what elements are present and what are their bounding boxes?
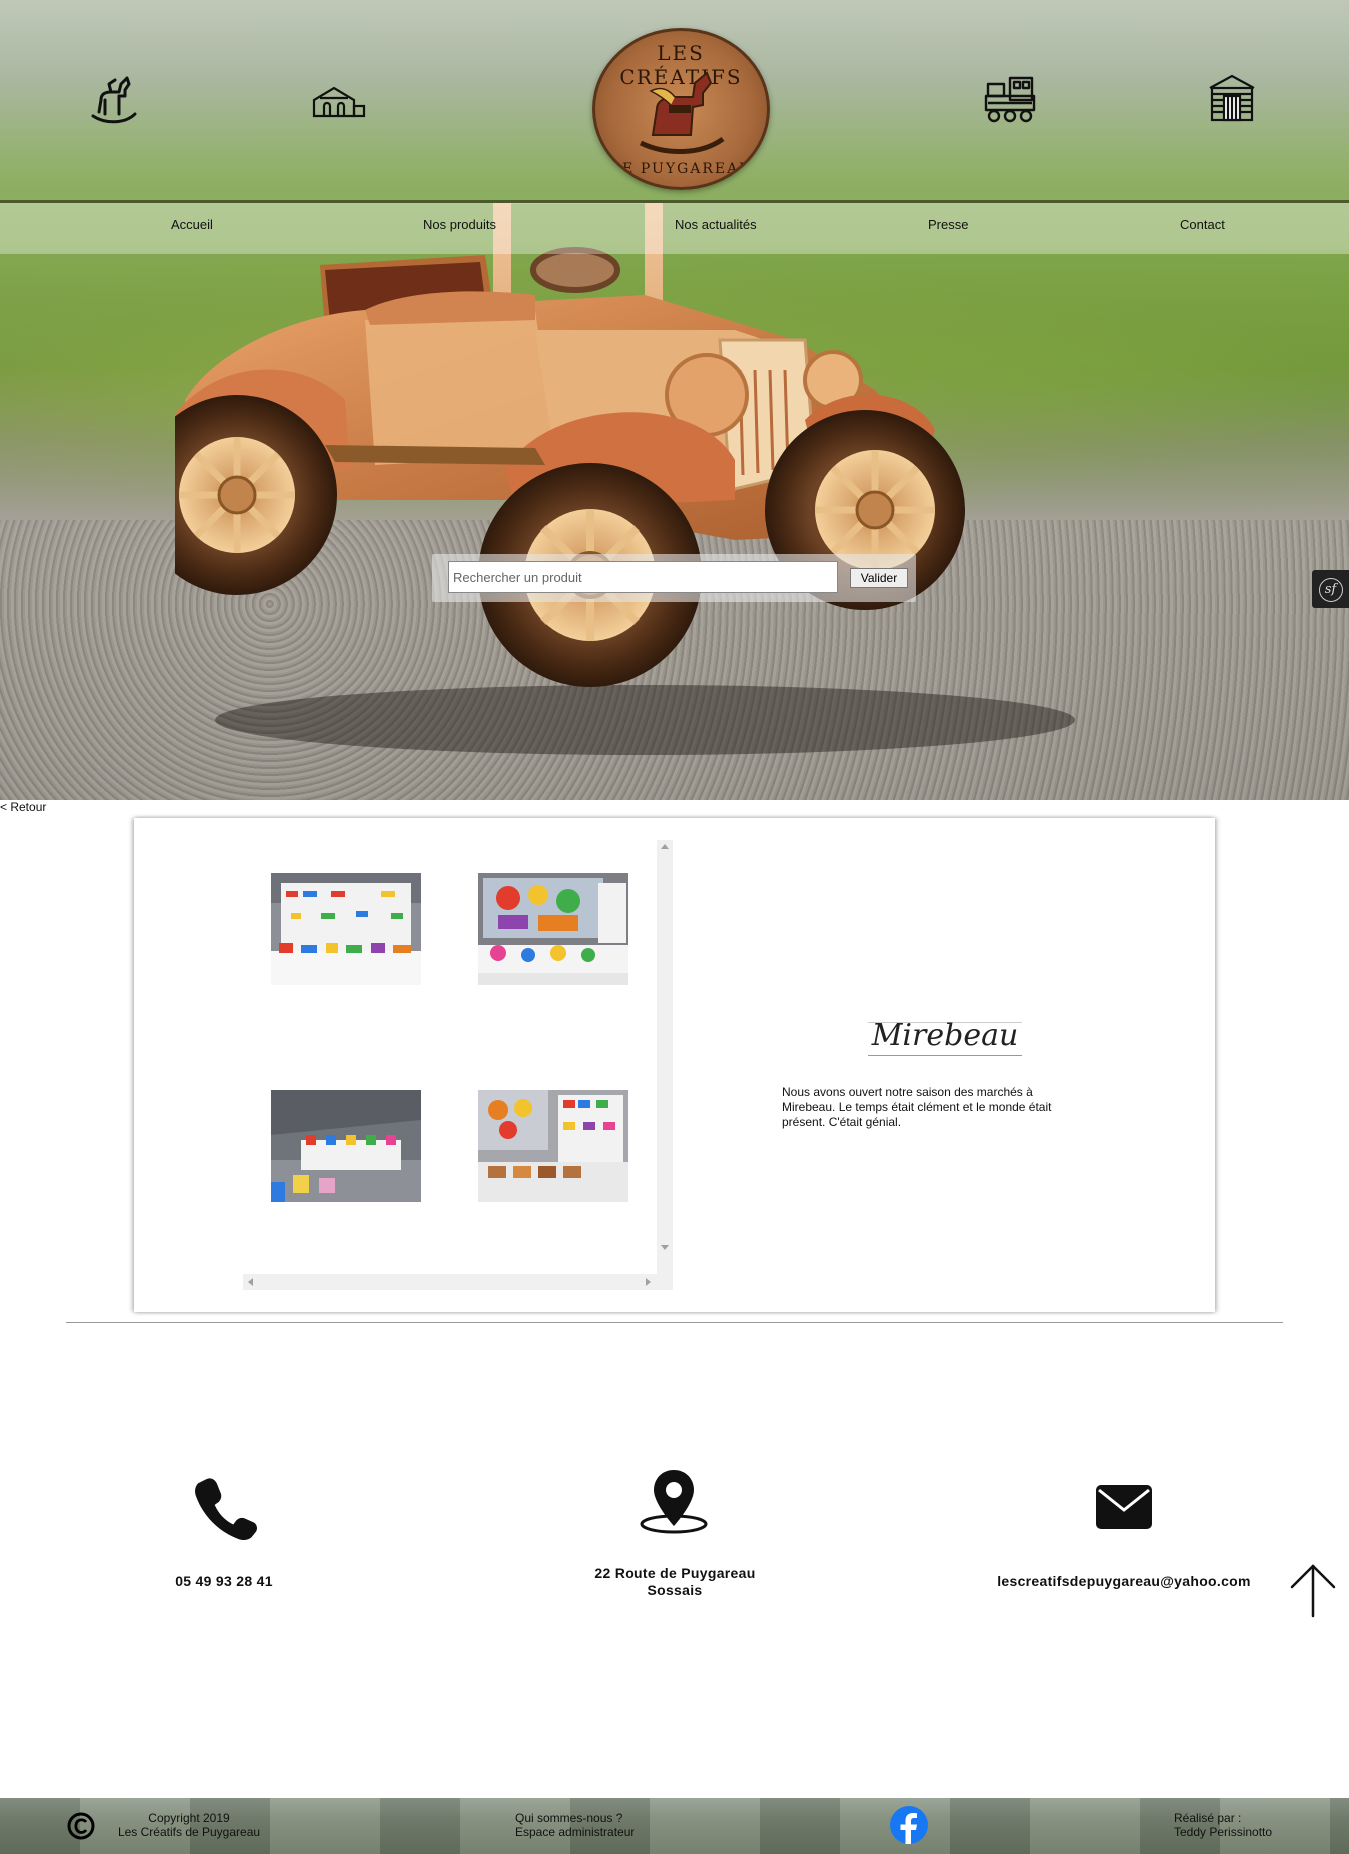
- footer-credit: Réalisé par : Teddy Perissinotto: [1174, 1811, 1272, 1839]
- building-blocks-icon[interactable]: [310, 70, 366, 126]
- logo-rocking-horse-icon: [639, 71, 725, 154]
- site-logo[interactable]: LES CRÉATIFS DE PUYGAREAU: [592, 28, 770, 190]
- back-to-top-arrow-icon[interactable]: [1288, 1562, 1338, 1618]
- footer-copyright: Copyright 2019 Les Créatifs de Puygareau: [109, 1811, 269, 1839]
- nav-link-nos-actualites[interactable]: Nos actualités: [675, 217, 757, 232]
- gallery-horizontal-scrollbar[interactable]: [243, 1274, 673, 1290]
- footer-link-admin[interactable]: Espace administrateur: [515, 1825, 634, 1839]
- gallery-vertical-scrollbar[interactable]: [657, 840, 673, 1274]
- gallery-photo-4[interactable]: [478, 1090, 628, 1202]
- gallery-photo-3[interactable]: [271, 1090, 421, 1202]
- footer-credit-label: Réalisé par :: [1174, 1811, 1242, 1825]
- scroll-up-arrow-icon[interactable]: [661, 844, 669, 849]
- location-pin-icon: [640, 1470, 708, 1534]
- photo-gallery[interactable]: [243, 840, 673, 1290]
- search-submit-button[interactable]: Valider: [850, 568, 908, 588]
- contact-address-line1: 22 Route de Puygareau: [594, 1565, 756, 1581]
- symfony-logo-icon: sf: [1318, 578, 1343, 602]
- wooden-house-icon[interactable]: [1204, 70, 1260, 126]
- nav-link-contact[interactable]: Contact: [1180, 217, 1225, 232]
- scroll-left-arrow-icon[interactable]: [248, 1278, 253, 1286]
- contact-email[interactable]: lescreatifsdepuygareau@yahoo.com: [974, 1573, 1274, 1589]
- contact-address-line2: Sossais: [647, 1582, 703, 1598]
- scroll-right-arrow-icon[interactable]: [646, 1278, 651, 1286]
- market-stand-photo-1: [271, 873, 421, 985]
- event-title: Mirebeau: [871, 1018, 1019, 1053]
- footer-copyright-year: Copyright 2019: [148, 1811, 230, 1825]
- contact-phone[interactable]: 05 49 93 28 41: [124, 1573, 324, 1589]
- wooden-car-image: [175, 200, 1075, 755]
- back-link[interactable]: < Retour: [0, 800, 46, 814]
- phone-icon: [195, 1478, 258, 1541]
- footer-copyright-name: Les Créatifs de Puygareau: [117, 1825, 261, 1839]
- footer-link-about[interactable]: Qui sommes-nous ?: [515, 1811, 634, 1825]
- symfony-toolbar-toggle[interactable]: sf: [1312, 570, 1349, 608]
- nav-link-nos-produits[interactable]: Nos produits: [423, 217, 496, 232]
- footer-links: Qui sommes-nous ? Espace administrateur: [515, 1811, 634, 1839]
- rocking-horse-icon[interactable]: [85, 70, 141, 126]
- section-divider: [66, 1322, 1283, 1323]
- scroll-down-arrow-icon[interactable]: [661, 1245, 669, 1250]
- gallery-photo-1[interactable]: [271, 873, 421, 985]
- search-input[interactable]: [448, 561, 838, 593]
- copyright-icon: [67, 1812, 95, 1840]
- nav-link-accueil[interactable]: Accueil: [171, 217, 213, 232]
- train-icon[interactable]: [982, 70, 1038, 126]
- event-description: Nous avons ouvert notre saison des march…: [782, 1085, 1052, 1129]
- market-stand-photo-3: [271, 1090, 421, 1202]
- market-stand-photo-4: [478, 1090, 628, 1202]
- facebook-icon[interactable]: [889, 1805, 929, 1845]
- nav-link-presse[interactable]: Presse: [928, 217, 968, 232]
- email-icon: [1096, 1485, 1152, 1529]
- event-title-rule-bottom: [868, 1055, 1022, 1056]
- contact-address[interactable]: 22 Route de Puygareau Sossais: [560, 1565, 790, 1599]
- logo-bottom-text: DE PUYGAREAU: [608, 161, 754, 177]
- footer-credit-author: Teddy Perissinotto: [1174, 1825, 1273, 1839]
- market-stand-photo-2: [478, 873, 628, 985]
- gallery-photo-2[interactable]: [478, 873, 628, 985]
